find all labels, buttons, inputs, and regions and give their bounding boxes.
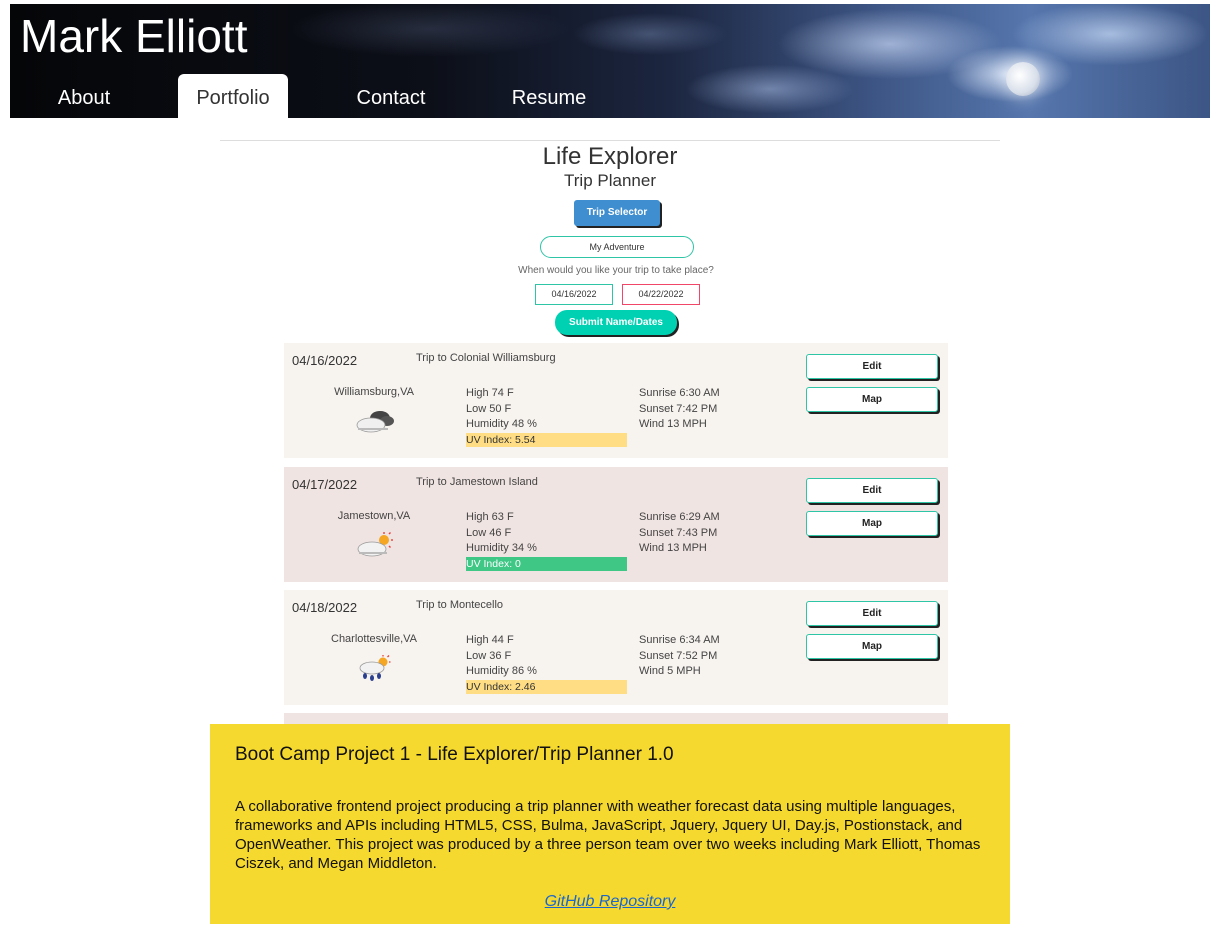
high-temp: High 44 F (466, 634, 514, 646)
nav-tab-contact[interactable]: Contact (345, 74, 437, 118)
trip-date: 04/18/2022 (292, 600, 358, 615)
trip-card: 04/16/2022 Trip to Colonial Williamsburg… (284, 343, 948, 458)
map-button[interactable]: Map (806, 511, 938, 536)
site-name: Mark Elliott (20, 10, 248, 62)
github-repository-link[interactable]: GitHub Repository (210, 893, 1010, 911)
app-title: Life Explorer (542, 143, 678, 170)
project-description: A collaborative frontend project produci… (235, 798, 981, 872)
sunrise: Sunrise 6:30 AM (639, 387, 720, 399)
low-temp: Low 36 F (466, 649, 512, 662)
trip-city: Charlottesville,VA (331, 633, 417, 645)
trip-name: Trip to Colonial Williamsburg (416, 352, 556, 364)
trip-date: 04/16/2022 (292, 353, 358, 368)
map-button[interactable]: Map (806, 387, 938, 412)
app-subtitle: Trip Planner (564, 171, 656, 190)
trip-city: Jamestown,VA (337, 510, 411, 522)
humidity: Humidity 48 % (466, 418, 537, 430)
start-date-input[interactable]: 04/16/2022 (535, 284, 613, 305)
low-temp: Low 50 F (466, 402, 512, 415)
weather-temps: High 74 F Low 50 F Humidity 48 % UV Inde… (466, 386, 627, 447)
moon-image (1006, 62, 1040, 96)
nav-tab-portfolio[interactable]: Portfolio (178, 74, 288, 118)
trip-name: Trip to Jamestown Island (416, 476, 538, 488)
weather-temps: High 44 F Low 36 F Humidity 86 % UV Inde… (466, 633, 627, 694)
cloudy-icon (356, 411, 394, 433)
wind: Wind 13 MPH (639, 418, 707, 430)
adventure-name-input[interactable]: My Adventure (540, 236, 694, 258)
main-nav: About Portfolio Contact Resume (10, 74, 710, 118)
trip-city: Williamsburg,VA (334, 386, 414, 398)
map-button[interactable]: Map (806, 634, 938, 659)
humidity: Humidity 86 % (466, 665, 537, 677)
sunrise: Sunrise 6:34 AM (639, 634, 720, 646)
trip-card: 04/17/2022 Trip to Jamestown Island Jame… (284, 467, 948, 582)
header-banner: Mark Elliott About Portfolio Contact Res… (10, 4, 1210, 118)
end-date-input[interactable]: 04/22/2022 (622, 284, 700, 305)
edit-button[interactable]: Edit (806, 478, 938, 503)
weather-sun-wind: Sunrise 6:34 AM Sunset 7:52 PM Wind 5 MP… (639, 633, 720, 680)
trip-date: 04/17/2022 (292, 477, 358, 492)
trip-selector-button[interactable]: Trip Selector (574, 200, 660, 226)
humidity: Humidity 34 % (466, 542, 537, 554)
sunrise: Sunrise 6:29 AM (639, 511, 720, 523)
uv-index: UV Index: 2.46 (466, 679, 627, 694)
project-caption: Boot Camp Project 1 - Life Explorer/Trip… (210, 724, 1010, 924)
trip-name: Trip to Montecello (416, 599, 504, 611)
high-temp: High 63 F (466, 511, 514, 523)
weather-temps: High 63 F Low 46 F Humidity 34 % UV Inde… (466, 510, 627, 571)
wind: Wind 13 MPH (639, 542, 707, 554)
wind: Wind 5 MPH (639, 665, 701, 677)
nav-tab-about[interactable]: About (44, 74, 124, 118)
trip-card: 04/18/2022 Trip to Montecello Charlottes… (284, 590, 948, 705)
sun-rain-icon (359, 655, 391, 681)
low-temp: Low 46 F (466, 526, 512, 539)
sunset: Sunset 7:43 PM (639, 526, 718, 539)
partly-sunny-icon (357, 532, 393, 557)
sunset: Sunset 7:42 PM (639, 402, 718, 415)
nav-tab-resume[interactable]: Resume (502, 74, 596, 118)
edit-button[interactable]: Edit (806, 354, 938, 379)
high-temp: High 74 F (466, 387, 514, 399)
submit-dates-button[interactable]: Submit Name/Dates (555, 310, 677, 335)
weather-sun-wind: Sunrise 6:30 AM Sunset 7:42 PM Wind 13 M… (639, 386, 720, 433)
when-prompt: When would you like your trip to take pl… (518, 265, 714, 276)
project-screenshot: Life Explorer Trip Planner Trip Selector… (220, 140, 1000, 725)
weather-sun-wind: Sunrise 6:29 AM Sunset 7:43 PM Wind 13 M… (639, 510, 720, 557)
edit-button[interactable]: Edit (806, 601, 938, 626)
uv-index: UV Index: 0 (466, 556, 627, 571)
uv-index: UV Index: 5.54 (466, 432, 627, 447)
sunset: Sunset 7:52 PM (639, 649, 718, 662)
project-title: Boot Camp Project 1 - Life Explorer/Trip… (235, 744, 674, 765)
